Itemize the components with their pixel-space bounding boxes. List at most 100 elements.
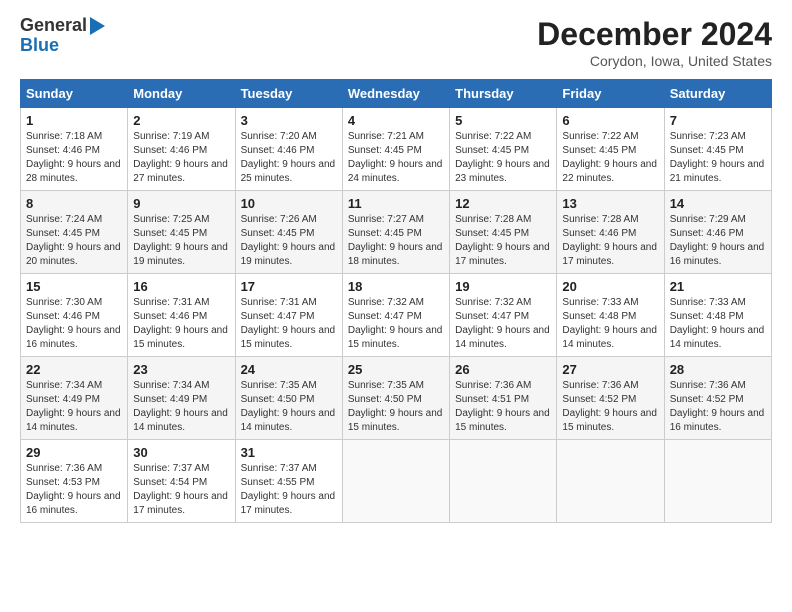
day-detail: Sunrise: 7:35 AMSunset: 4:50 PMDaylight:… (348, 380, 443, 433)
header: General Blue December 2024 Corydon, Iowa… (20, 16, 772, 69)
col-tuesday: Tuesday (235, 80, 342, 108)
calendar-cell: 29 Sunrise: 7:36 AMSunset: 4:53 PMDaylig… (21, 440, 128, 523)
calendar-cell: 19 Sunrise: 7:32 AMSunset: 4:47 PMDaylig… (450, 274, 557, 357)
day-number: 11 (348, 196, 444, 211)
day-detail: Sunrise: 7:22 AMSunset: 4:45 PMDaylight:… (562, 131, 657, 184)
day-detail: Sunrise: 7:36 AMSunset: 4:52 PMDaylight:… (562, 380, 657, 433)
day-detail: Sunrise: 7:31 AMSunset: 4:46 PMDaylight:… (133, 297, 228, 350)
calendar-container: General Blue December 2024 Corydon, Iowa… (0, 0, 792, 533)
calendar-cell: 30 Sunrise: 7:37 AMSunset: 4:54 PMDaylig… (128, 440, 235, 523)
day-number: 14 (670, 196, 766, 211)
day-detail: Sunrise: 7:23 AMSunset: 4:45 PMDaylight:… (670, 131, 765, 184)
calendar-cell: 1 Sunrise: 7:18 AMSunset: 4:46 PMDayligh… (21, 108, 128, 191)
calendar-cell: 2 Sunrise: 7:19 AMSunset: 4:46 PMDayligh… (128, 108, 235, 191)
calendar-cell: 31 Sunrise: 7:37 AMSunset: 4:55 PMDaylig… (235, 440, 342, 523)
day-detail: Sunrise: 7:32 AMSunset: 4:47 PMDaylight:… (455, 297, 550, 350)
col-friday: Friday (557, 80, 664, 108)
calendar-table: Sunday Monday Tuesday Wednesday Thursday… (20, 79, 772, 523)
location: Corydon, Iowa, United States (537, 53, 772, 69)
day-number: 25 (348, 362, 444, 377)
day-number: 21 (670, 279, 766, 294)
day-detail: Sunrise: 7:36 AMSunset: 4:51 PMDaylight:… (455, 380, 550, 433)
month-title: December 2024 (537, 16, 772, 53)
day-detail: Sunrise: 7:26 AMSunset: 4:45 PMDaylight:… (241, 214, 336, 267)
day-detail: Sunrise: 7:25 AMSunset: 4:45 PMDaylight:… (133, 214, 228, 267)
col-monday: Monday (128, 80, 235, 108)
day-number: 12 (455, 196, 551, 211)
calendar-cell: 16 Sunrise: 7:31 AMSunset: 4:46 PMDaylig… (128, 274, 235, 357)
day-number: 18 (348, 279, 444, 294)
calendar-cell: 3 Sunrise: 7:20 AMSunset: 4:46 PMDayligh… (235, 108, 342, 191)
day-detail: Sunrise: 7:30 AMSunset: 4:46 PMDaylight:… (26, 297, 121, 350)
day-number: 16 (133, 279, 229, 294)
logo-general: General (20, 16, 87, 36)
calendar-cell: 28 Sunrise: 7:36 AMSunset: 4:52 PMDaylig… (664, 357, 771, 440)
day-number: 17 (241, 279, 337, 294)
calendar-cell: 6 Sunrise: 7:22 AMSunset: 4:45 PMDayligh… (557, 108, 664, 191)
calendar-cell: 25 Sunrise: 7:35 AMSunset: 4:50 PMDaylig… (342, 357, 449, 440)
day-detail: Sunrise: 7:34 AMSunset: 4:49 PMDaylight:… (26, 380, 121, 433)
day-detail: Sunrise: 7:34 AMSunset: 4:49 PMDaylight:… (133, 380, 228, 433)
calendar-cell: 11 Sunrise: 7:27 AMSunset: 4:45 PMDaylig… (342, 191, 449, 274)
day-number: 31 (241, 445, 337, 460)
calendar-cell: 27 Sunrise: 7:36 AMSunset: 4:52 PMDaylig… (557, 357, 664, 440)
calendar-cell: 20 Sunrise: 7:33 AMSunset: 4:48 PMDaylig… (557, 274, 664, 357)
calendar-cell: 8 Sunrise: 7:24 AMSunset: 4:45 PMDayligh… (21, 191, 128, 274)
day-number: 8 (26, 196, 122, 211)
day-detail: Sunrise: 7:36 AMSunset: 4:53 PMDaylight:… (26, 463, 121, 516)
day-detail: Sunrise: 7:37 AMSunset: 4:54 PMDaylight:… (133, 463, 228, 516)
day-detail: Sunrise: 7:33 AMSunset: 4:48 PMDaylight:… (562, 297, 657, 350)
day-detail: Sunrise: 7:27 AMSunset: 4:45 PMDaylight:… (348, 214, 443, 267)
calendar-cell: 17 Sunrise: 7:31 AMSunset: 4:47 PMDaylig… (235, 274, 342, 357)
calendar-cell: 9 Sunrise: 7:25 AMSunset: 4:45 PMDayligh… (128, 191, 235, 274)
calendar-cell (342, 440, 449, 523)
day-number: 1 (26, 113, 122, 128)
calendar-cell (557, 440, 664, 523)
day-detail: Sunrise: 7:35 AMSunset: 4:50 PMDaylight:… (241, 380, 336, 433)
col-sunday: Sunday (21, 80, 128, 108)
day-number: 23 (133, 362, 229, 377)
day-number: 22 (26, 362, 122, 377)
day-number: 5 (455, 113, 551, 128)
day-detail: Sunrise: 7:36 AMSunset: 4:52 PMDaylight:… (670, 380, 765, 433)
day-number: 15 (26, 279, 122, 294)
calendar-cell: 7 Sunrise: 7:23 AMSunset: 4:45 PMDayligh… (664, 108, 771, 191)
day-number: 30 (133, 445, 229, 460)
calendar-cell: 10 Sunrise: 7:26 AMSunset: 4:45 PMDaylig… (235, 191, 342, 274)
day-detail: Sunrise: 7:31 AMSunset: 4:47 PMDaylight:… (241, 297, 336, 350)
logo-blue: Blue (20, 36, 59, 56)
title-block: December 2024 Corydon, Iowa, United Stat… (537, 16, 772, 69)
day-number: 24 (241, 362, 337, 377)
day-detail: Sunrise: 7:33 AMSunset: 4:48 PMDaylight:… (670, 297, 765, 350)
day-number: 26 (455, 362, 551, 377)
day-detail: Sunrise: 7:32 AMSunset: 4:47 PMDaylight:… (348, 297, 443, 350)
day-number: 4 (348, 113, 444, 128)
col-saturday: Saturday (664, 80, 771, 108)
day-number: 3 (241, 113, 337, 128)
calendar-cell: 12 Sunrise: 7:28 AMSunset: 4:45 PMDaylig… (450, 191, 557, 274)
day-detail: Sunrise: 7:28 AMSunset: 4:46 PMDaylight:… (562, 214, 657, 267)
calendar-cell: 5 Sunrise: 7:22 AMSunset: 4:45 PMDayligh… (450, 108, 557, 191)
day-number: 7 (670, 113, 766, 128)
calendar-cell: 4 Sunrise: 7:21 AMSunset: 4:45 PMDayligh… (342, 108, 449, 191)
day-number: 29 (26, 445, 122, 460)
day-detail: Sunrise: 7:21 AMSunset: 4:45 PMDaylight:… (348, 131, 443, 184)
day-number: 2 (133, 113, 229, 128)
logo: General Blue (20, 16, 105, 56)
col-wednesday: Wednesday (342, 80, 449, 108)
calendar-cell: 23 Sunrise: 7:34 AMSunset: 4:49 PMDaylig… (128, 357, 235, 440)
calendar-cell: 24 Sunrise: 7:35 AMSunset: 4:50 PMDaylig… (235, 357, 342, 440)
col-thursday: Thursday (450, 80, 557, 108)
calendar-cell (664, 440, 771, 523)
day-number: 10 (241, 196, 337, 211)
day-number: 6 (562, 113, 658, 128)
calendar-body: 1 Sunrise: 7:18 AMSunset: 4:46 PMDayligh… (21, 108, 772, 523)
day-detail: Sunrise: 7:18 AMSunset: 4:46 PMDaylight:… (26, 131, 121, 184)
day-number: 13 (562, 196, 658, 211)
calendar-header: Sunday Monday Tuesday Wednesday Thursday… (21, 80, 772, 108)
day-detail: Sunrise: 7:19 AMSunset: 4:46 PMDaylight:… (133, 131, 228, 184)
day-detail: Sunrise: 7:29 AMSunset: 4:46 PMDaylight:… (670, 214, 765, 267)
day-detail: Sunrise: 7:22 AMSunset: 4:45 PMDaylight:… (455, 131, 550, 184)
calendar-cell: 18 Sunrise: 7:32 AMSunset: 4:47 PMDaylig… (342, 274, 449, 357)
calendar-cell (450, 440, 557, 523)
